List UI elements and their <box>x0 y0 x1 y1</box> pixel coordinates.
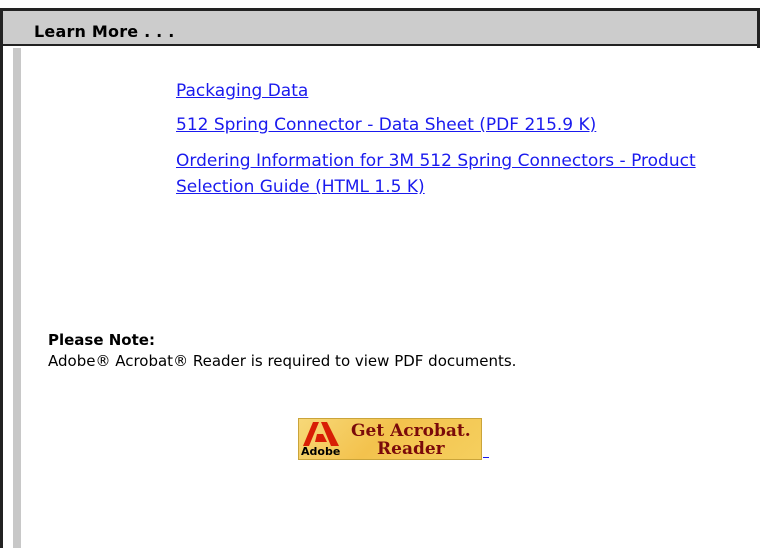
adobe-logo-icon <box>303 422 339 446</box>
note-heading: Please Note: <box>48 331 155 349</box>
get-acrobat-text: Get Acrobat. <box>351 421 471 441</box>
learn-more-panel: Learn More . . . Packaging Data 512 Spri… <box>0 0 760 548</box>
badge-link-underline <box>483 457 489 458</box>
panel-header: Learn More . . . <box>3 11 757 46</box>
note-text: Adobe® Acrobat® Reader is required to vi… <box>48 352 517 370</box>
ordering-info-link[interactable]: Ordering Information for 3M 512 Spring C… <box>176 148 736 200</box>
panel-title: Learn More . . . <box>34 22 175 41</box>
get-acrobat-reader-button[interactable]: Adobe Get Acrobat. Reader <box>298 418 482 460</box>
left-border <box>0 8 3 548</box>
adobe-brand-text: Adobe <box>301 445 341 458</box>
packaging-data-link[interactable]: Packaging Data <box>176 78 736 104</box>
reader-text: Reader <box>377 439 445 459</box>
side-accent-bar <box>13 48 21 548</box>
data-sheet-pdf-link[interactable]: 512 Spring Connector - Data Sheet (PDF 2… <box>176 112 736 138</box>
resource-links: Packaging Data 512 Spring Connector - Da… <box>176 78 736 200</box>
